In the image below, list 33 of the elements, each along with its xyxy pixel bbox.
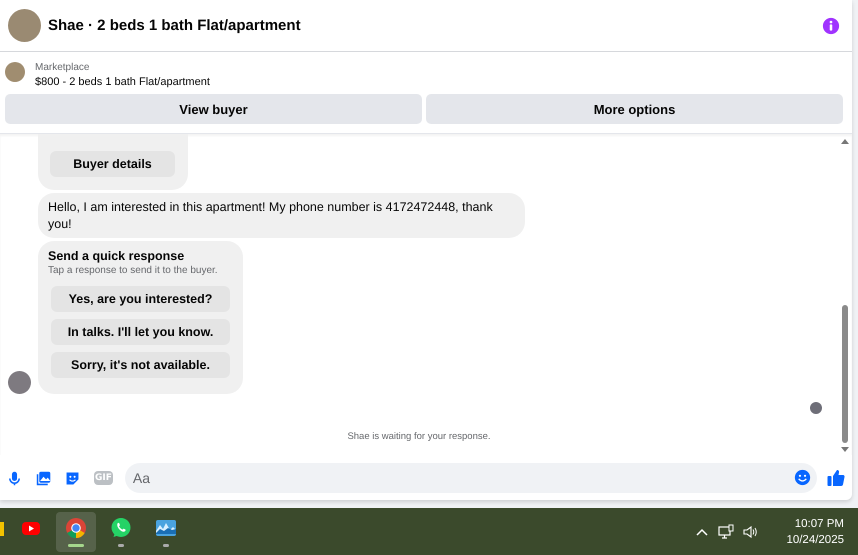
quick-reply-button[interactable]: Yes, are you interested? — [51, 286, 230, 312]
message-field[interactable]: Aa — [124, 463, 817, 493]
avatar-photo — [8, 9, 41, 42]
quick-reply-button[interactable]: Sorry, it's not available. — [51, 352, 230, 378]
thumbs-up-icon[interactable] — [826, 468, 846, 488]
listing-source: Marketplace — [35, 61, 90, 74]
microphone-icon[interactable] — [6, 470, 23, 486]
action-button[interactable]: More options — [426, 94, 843, 124]
taskbar-button[interactable] — [56, 512, 96, 552]
buyer-details-button[interactable]: Buyer details — [50, 151, 175, 177]
browser-icon[interactable] — [64, 516, 88, 540]
listing-title: $800 - 2 beds 1 bath Flat/apartment — [35, 75, 210, 90]
scroll-up-icon[interactable] — [841, 138, 849, 144]
message-bubble: Hello, I am interested in this apartment! My phone number is 4172472448, thank you! — [38, 193, 525, 238]
scroll-down-icon[interactable] — [841, 447, 849, 453]
avatar-photo — [8, 371, 31, 394]
scrollbar-thumb[interactable] — [842, 305, 848, 443]
emoji-icon[interactable] — [794, 469, 811, 486]
chat-bubble-icon[interactable] — [109, 516, 133, 540]
quick-response-title: Send a quick response — [48, 249, 186, 264]
info-icon[interactable] — [822, 16, 840, 34]
sticker-icon[interactable] — [64, 470, 81, 486]
clock[interactable]: 10:07 PM 10/24/2025 — [786, 516, 844, 548]
quick-response-hint: Tap a response to send it to the buyer. — [48, 264, 219, 277]
read-receipt-avatar — [810, 402, 822, 414]
action-button[interactable]: View buyer — [5, 94, 422, 124]
monitor-icon[interactable] — [718, 524, 734, 540]
status-text: Shae is waiting for your response. — [346, 431, 492, 442]
photo-icon[interactable] — [35, 470, 52, 486]
quick-reply-button[interactable]: In talks. I'll let you know. — [51, 319, 230, 345]
chat-title: Shae · 2 beds 1 bath Flat/apartment — [48, 17, 302, 34]
listing-photo — [5, 62, 25, 82]
speaker-icon[interactable] — [742, 524, 758, 540]
